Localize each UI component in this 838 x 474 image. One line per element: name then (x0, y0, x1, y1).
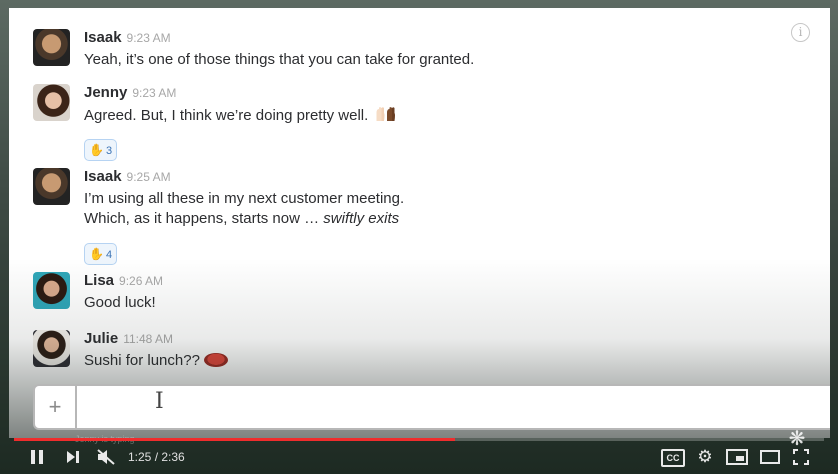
avatar[interactable] (33, 84, 70, 121)
author-name[interactable]: Lisa (84, 272, 114, 289)
message-text: Good luck! (84, 294, 156, 311)
message-text-row: Sushi for lunch?? (84, 352, 228, 369)
avatar[interactable] (33, 272, 70, 309)
avatar[interactable] (33, 330, 70, 367)
player-controls: 1:25 / 2:36 CC ⚙ (0, 443, 838, 474)
settings-icon[interactable]: ⚙ (694, 443, 716, 471)
message-text: I’m using all these in my next customer … (84, 190, 405, 207)
slack-chat-frame: i Isaak 9:23 AM Yeah, it’s one of those t… (9, 8, 830, 438)
timestamp[interactable]: 11:48 AM (123, 332, 173, 346)
avatar[interactable] (33, 168, 70, 205)
wave-icon: ✋ (89, 247, 104, 261)
sushi-emoji (203, 353, 228, 367)
time-readout: 1:25 / 2:36 (128, 443, 185, 471)
reaction-wave[interactable]: ✋ 4 (84, 243, 118, 265)
video-player[interactable]: i Isaak 9:23 AM Yeah, it’s one of those t… (0, 0, 838, 474)
timestamp[interactable]: 9:25 AM (127, 170, 171, 184)
add-attachment-button[interactable]: + (35, 386, 77, 428)
message-text: Which, as it happens, starts now … (84, 210, 324, 227)
timestamp[interactable]: 9:23 AM (132, 86, 176, 100)
avatar[interactable] (33, 29, 70, 66)
duration: 2:36 (161, 450, 185, 464)
raised-hands-emoji (376, 107, 396, 121)
miniplayer-icon[interactable] (726, 449, 748, 465)
reaction-count: 3 (105, 145, 113, 157)
message-text: Yeah, it’s one of those things that you … (84, 51, 475, 68)
author-name[interactable]: Isaak (84, 29, 122, 46)
cc-icon[interactable]: CC (661, 449, 685, 467)
timestamp[interactable]: 9:23 AM (127, 31, 171, 45)
next-icon[interactable] (62, 443, 84, 471)
author-name[interactable]: Isaak (84, 168, 122, 185)
message-text: Agreed. But, I think we’re doing pretty … (84, 107, 369, 124)
message-composer[interactable]: + I (33, 384, 830, 430)
reaction-count: 4 (105, 249, 113, 261)
italic-text: swiftly exits (323, 210, 400, 227)
info-icon[interactable]: i (791, 23, 810, 42)
timestamp[interactable]: 9:26 AM (119, 274, 163, 288)
time-separator: / (151, 450, 162, 464)
text-cursor-icon: I (155, 389, 164, 414)
fullscreen-icon[interactable] (792, 443, 810, 471)
author-name[interactable]: Julie (84, 330, 118, 347)
mute-icon[interactable] (94, 443, 118, 471)
message-text: Sushi for lunch?? (84, 352, 200, 369)
message-text-row: Which, as it happens, starts now … swift… (84, 210, 399, 227)
current-time: 1:25 (128, 450, 152, 464)
progress-played (14, 438, 456, 441)
progress-bar[interactable] (14, 438, 824, 441)
author-name[interactable]: Jenny (84, 84, 127, 101)
reaction-raised-hands[interactable]: ✋ 3 (84, 139, 118, 161)
theater-icon[interactable] (760, 450, 780, 464)
message-text-row: Agreed. But, I think we’re doing pretty … (84, 106, 397, 124)
pause-icon[interactable] (26, 443, 48, 471)
raised-hands-icon: ✋ (89, 143, 104, 157)
